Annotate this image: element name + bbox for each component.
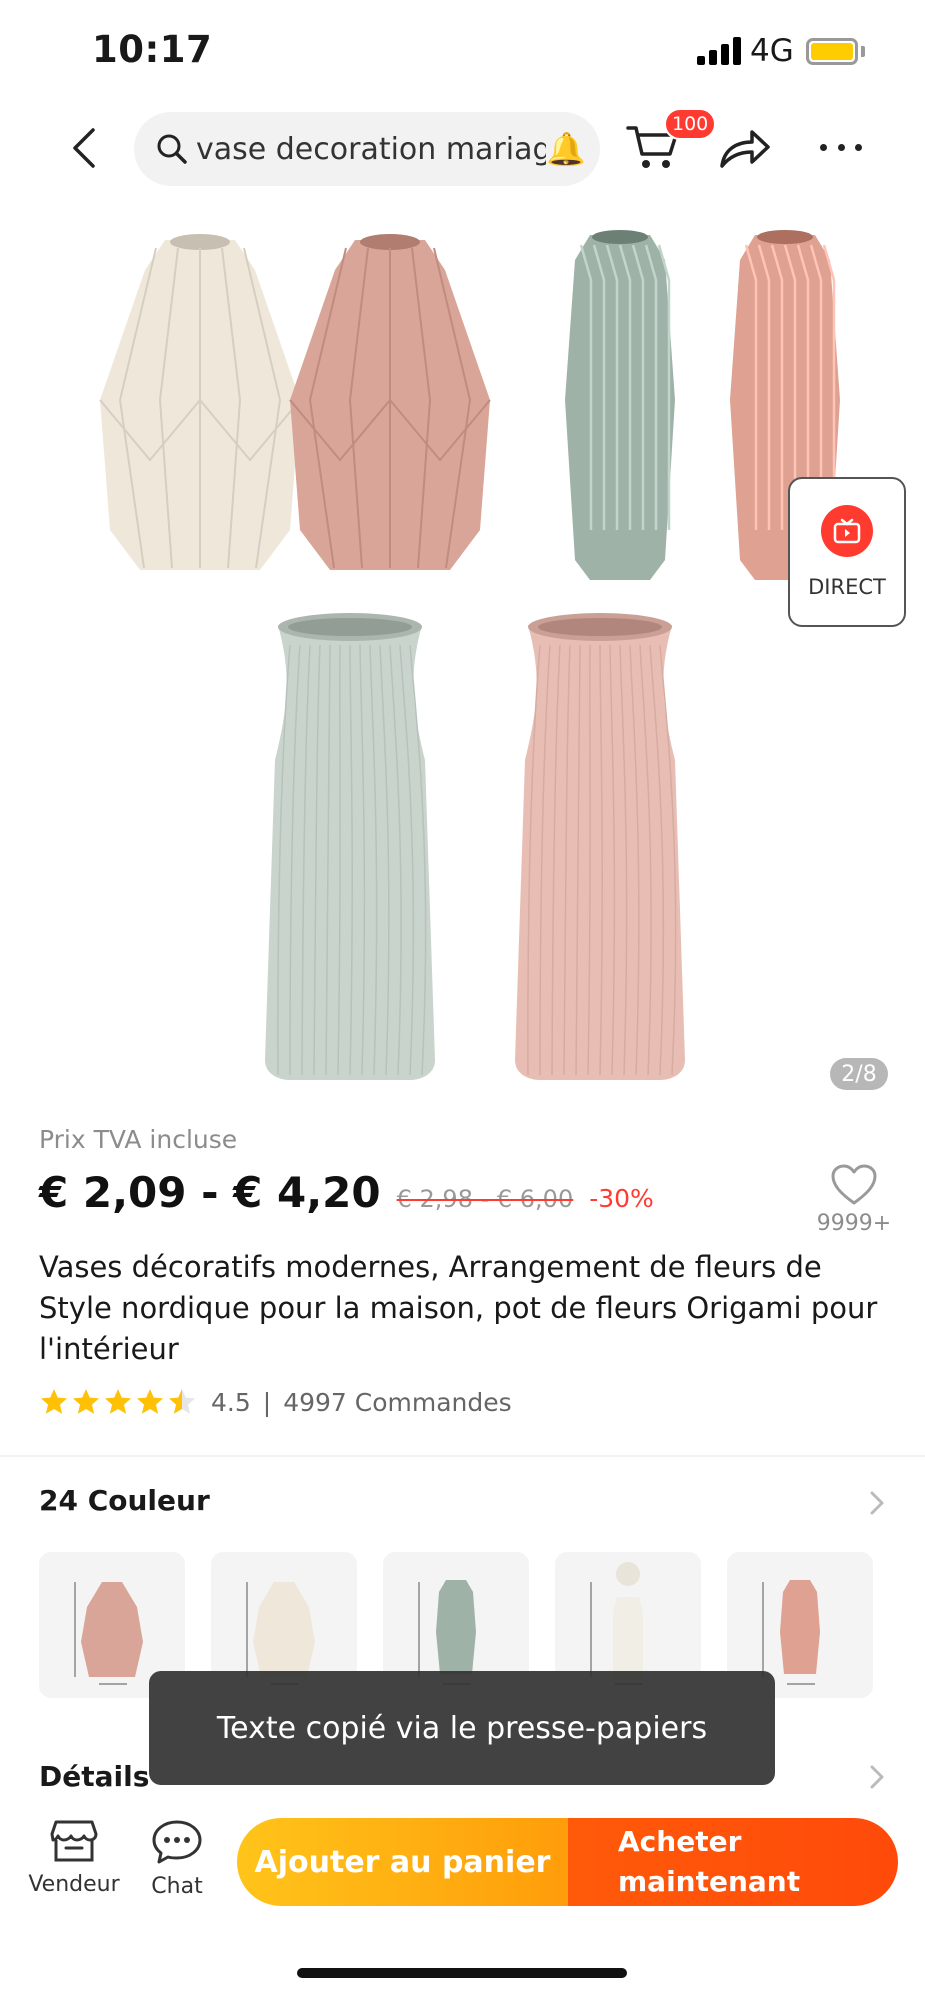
rating-stars	[39, 1387, 199, 1417]
cart-badge: 100	[664, 108, 717, 140]
wishlist-count: 9999+	[816, 1211, 892, 1236]
star-icon	[105, 1389, 131, 1414]
signal-icon	[697, 37, 741, 65]
tax-note: Prix TVA incluse	[39, 1125, 238, 1154]
wishlist-button[interactable]: 9999+	[816, 1163, 892, 1253]
chevron-right-icon[interactable]	[864, 1488, 890, 1518]
more-icon	[820, 143, 827, 151]
bottom-action-bar: Vendeur Chat Ajouter au panier Acheter m…	[0, 1806, 925, 1936]
buy-now-button[interactable]: Acheter maintenant	[568, 1818, 898, 1906]
section-divider	[0, 1455, 925, 1457]
store-button[interactable]: Vendeur	[28, 1818, 120, 1897]
original-price: € 2,98 - € 6,00	[396, 1185, 574, 1213]
vase-ribbed	[265, 613, 435, 1080]
vase-ribbed	[515, 613, 685, 1080]
network-label: 4G	[750, 33, 794, 69]
search-query: vase decoration mariage	[196, 131, 547, 167]
home-indicator	[297, 1968, 627, 1978]
rating-row[interactable]: 4.5 | 4997 Commandes	[39, 1382, 512, 1422]
chat-label: Chat	[151, 1874, 203, 1899]
rating-separator: |	[262, 1387, 272, 1417]
battery-tip	[861, 46, 865, 57]
product-title: Vases décoratifs modernes, Arrangement d…	[39, 1250, 878, 1366]
image-page-indicator: 2/8	[830, 1058, 888, 1090]
orders-count: 4997 Commandes	[283, 1387, 512, 1417]
product-image	[99, 230, 840, 1080]
direct-label: DIRECT	[808, 575, 886, 599]
star-half-icon	[169, 1389, 195, 1414]
store-label: Vendeur	[28, 1872, 120, 1897]
status-time: 10:17	[92, 28, 213, 71]
header: vase decoration mariage 🔔 100	[0, 108, 925, 188]
share-icon	[720, 130, 770, 168]
chevron-right-icon[interactable]	[864, 1762, 890, 1792]
heart-icon	[831, 1164, 877, 1205]
share-button[interactable]	[718, 122, 772, 172]
current-price: € 2,09 - € 4,20	[39, 1168, 381, 1217]
search-icon	[157, 134, 187, 164]
star-icon	[41, 1389, 67, 1414]
colors-title[interactable]: 24 Couleur	[39, 1484, 210, 1517]
battery-icon	[806, 38, 858, 65]
add-to-cart-button[interactable]: Ajouter au panier	[237, 1818, 568, 1906]
search-input[interactable]: vase decoration mariage 🔔	[134, 112, 600, 186]
more-button[interactable]	[816, 132, 866, 162]
store-icon	[50, 1820, 98, 1862]
vase-origami	[289, 234, 491, 570]
live-direct-button[interactable]: DIRECT	[788, 477, 906, 627]
live-tv-icon	[821, 505, 873, 557]
vase-tall	[565, 230, 675, 580]
star-icon	[73, 1389, 99, 1414]
rating-value: 4.5	[211, 1387, 251, 1417]
discount-badge: -30%	[589, 1184, 654, 1213]
bell-icon: 🔔	[546, 130, 586, 168]
status-bar: 10:17 4G	[0, 0, 925, 100]
vase-origami	[99, 234, 301, 570]
chat-icon	[152, 1820, 202, 1864]
star-icon	[137, 1389, 163, 1414]
back-button[interactable]	[58, 122, 110, 174]
clipboard-toast: Texte copié via le presse-papiers	[149, 1671, 775, 1785]
back-icon	[73, 128, 95, 168]
details-title[interactable]: Détails	[39, 1760, 149, 1793]
chat-button[interactable]: Chat	[140, 1818, 214, 1899]
price-row: € 2,09 - € 4,20 € 2,98 - € 6,00 -30%	[39, 1168, 654, 1228]
product-gallery[interactable]: DIRECT	[0, 200, 925, 1100]
